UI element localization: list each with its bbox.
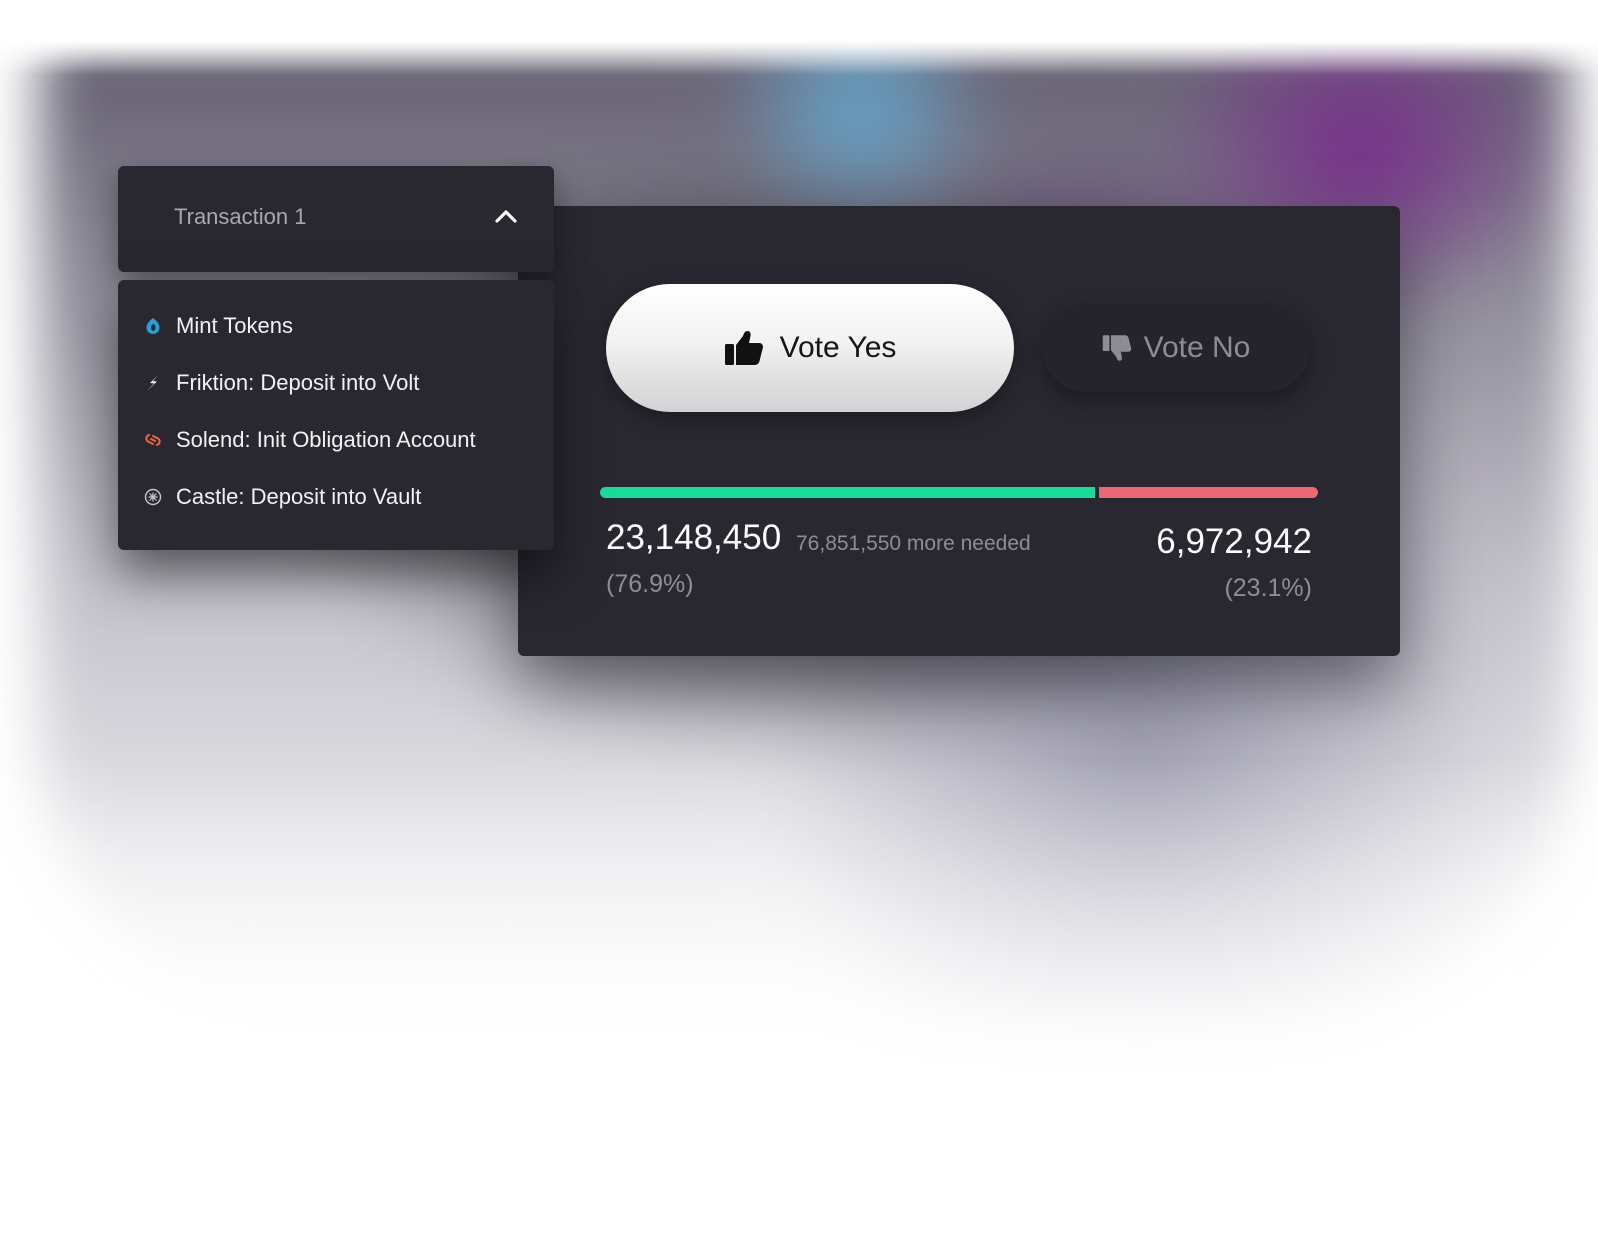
instruction-label: Solend: Init Obligation Account [176,427,476,452]
mint-tokens-icon [144,317,162,335]
background-bottom-fade [0,760,1598,1244]
instruction-item-friktion[interactable]: Friktion: Deposit into Volt [144,365,419,401]
no-vote-percent: (23.1%) [1224,574,1312,602]
vote-yes-button[interactable]: Vote Yes [606,284,1014,412]
instruction-item-mint-tokens[interactable]: Mint Tokens [144,308,293,344]
vote-progress-bar [600,487,1318,498]
thumbs-up-icon [724,330,764,366]
yes-progress-fill [600,487,1095,498]
votes-needed-text: 76,851,550 more needed [796,532,1031,555]
friktion-bolt-icon [144,374,162,392]
vote-card: Vote Yes Vote No 23,148,450 76,851,550 m… [518,206,1400,656]
vote-yes-label: Vote Yes [779,331,897,364]
thumbs-down-icon [1102,334,1132,362]
transaction-dropdown-title: Transaction 1 [174,204,307,229]
vote-no-label: Vote No [1143,331,1251,364]
instruction-item-castle[interactable]: Castle: Deposit into Vault [144,479,421,515]
no-progress-fill [1099,487,1318,498]
no-vote-count: 6,972,942 [1156,522,1312,561]
solend-icon [144,431,162,449]
instruction-label: Castle: Deposit into Vault [176,484,422,509]
background-top-fade [0,0,1598,75]
castle-icon [144,488,162,506]
transaction-instruction-list: Mint Tokens Friktion: Deposit into Volt … [118,280,554,550]
instruction-label: Mint Tokens [176,313,293,338]
instruction-label: Friktion: Deposit into Volt [176,370,420,395]
instruction-item-solend[interactable]: Solend: Init Obligation Account [144,422,476,458]
vote-no-button[interactable]: Vote No [1042,304,1310,392]
stage: Vote Yes Vote No 23,148,450 76,851,550 m… [0,0,1598,1244]
yes-vote-percent: (76.9%) [606,570,694,598]
chevron-up-icon [494,208,518,228]
transaction-dropdown-toggle[interactable]: Transaction 1 [118,166,554,272]
yes-vote-count: 23,148,450 [606,518,782,557]
